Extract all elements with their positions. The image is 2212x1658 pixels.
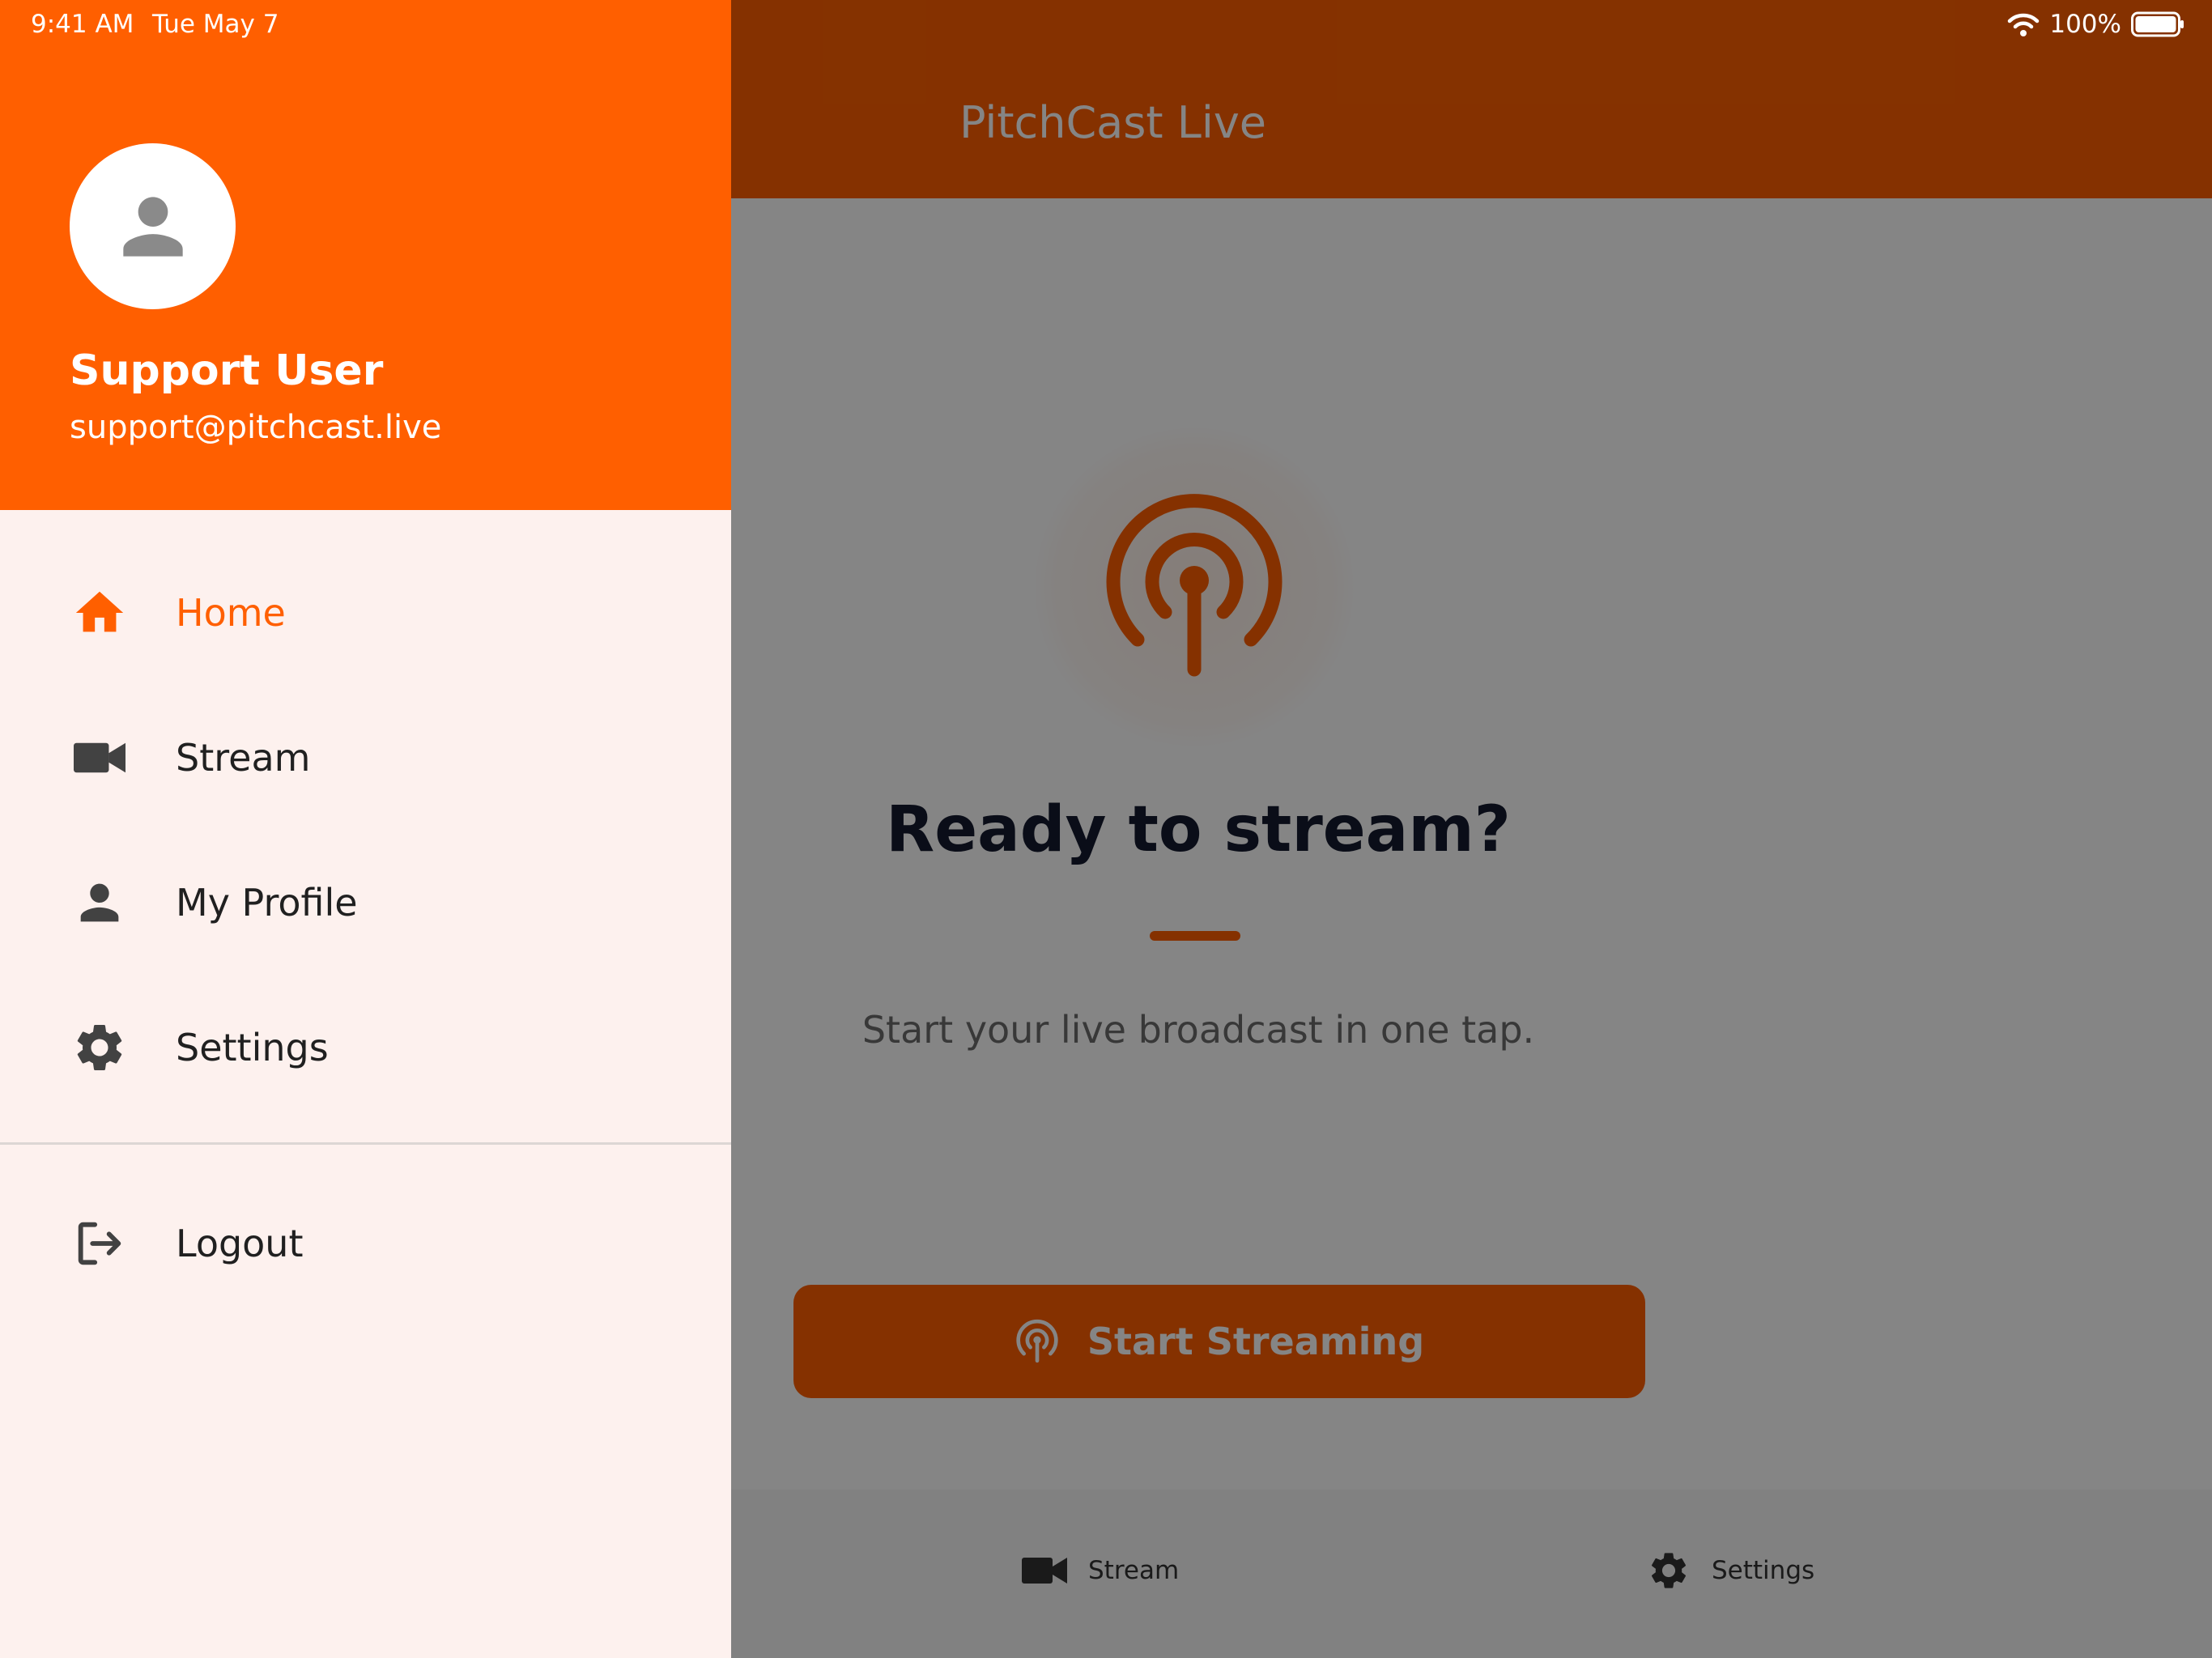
drawer-item-label: Home [176,591,286,635]
home-icon [71,585,128,641]
drawer-item-label: Logout [176,1222,304,1265]
wifi-icon [2008,13,2040,36]
battery-percentage: 100% [2049,10,2121,39]
drawer-item-label: Settings [176,1026,329,1069]
status-indicators: 100% [2007,8,2184,40]
drawer-item-my-profile[interactable]: My Profile [0,842,731,963]
video-camera-icon [71,729,128,786]
avatar[interactable] [70,143,236,309]
person-icon [122,196,183,257]
drawer-item-home[interactable]: Home [0,552,731,674]
drawer-item-stream[interactable]: Stream [0,697,731,818]
drawer-header: Support User support@pitchcast.live [0,0,731,510]
drawer-divider [0,1142,731,1145]
battery-icon [2131,11,2184,37]
gear-icon [71,1019,128,1076]
drawer-item-label: My Profile [176,881,358,925]
navigation-drawer: Support User support@pitchcast.live Home… [0,0,731,1658]
status-time: 9:41 AM [31,10,134,39]
user-email: support@pitchcast.live [70,409,442,446]
user-name: Support User [70,346,384,395]
drawer-item-logout[interactable]: Logout [0,1183,731,1304]
logout-icon [71,1215,128,1272]
drawer-item-label: Stream [176,736,311,780]
person-icon [71,874,128,931]
drawer-item-settings[interactable]: Settings [0,987,731,1108]
status-date: Tue May 7 [152,10,279,39]
